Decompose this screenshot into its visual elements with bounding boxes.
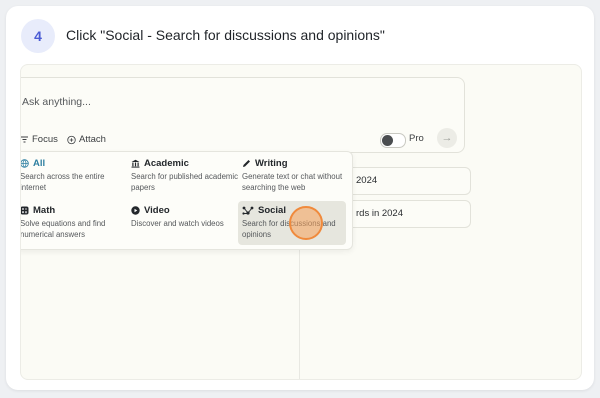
option-description: Discover and watch videos (131, 219, 224, 228)
step-title: Click "Social - Search for discussions a… (66, 27, 385, 43)
option-description: Generate text or chat without searching … (242, 172, 343, 192)
suggestion-text: 2024 (356, 175, 378, 186)
pro-label: Pro (409, 133, 424, 144)
option-description: Search across the entire internet (20, 172, 105, 192)
social-icon (242, 206, 254, 215)
option-description: Solve equations and find numerical answe… (20, 219, 106, 239)
attach-label: Attach (79, 134, 106, 145)
option-title: Academic (144, 158, 189, 169)
option-title: Video (144, 205, 170, 216)
suggestion-text: rds in 2024 (356, 208, 404, 219)
option-title: All (33, 158, 46, 169)
focus-option-video[interactable]: Video Discover and watch videos (127, 201, 235, 245)
option-title: Math (33, 205, 56, 216)
focus-icon (21, 135, 29, 144)
step-number-badge: 4 (21, 19, 55, 53)
click-indicator (289, 206, 323, 240)
focus-label: Focus (32, 134, 58, 145)
arrow-right-icon: → (441, 132, 453, 144)
option-title: Writing (255, 158, 288, 169)
attach-button[interactable]: Attach (67, 134, 106, 145)
focus-option-all[interactable]: All Search across the entire internet (21, 154, 124, 198)
focus-option-math[interactable]: Math Solve equations and find numerical … (21, 201, 124, 245)
ask-box[interactable]: Ask anything... Focus Attach Pro → (21, 77, 465, 153)
globe-icon (21, 159, 29, 168)
plus-circle-icon (67, 135, 76, 144)
academic-icon (131, 159, 140, 168)
search-input[interactable]: Ask anything... (22, 96, 91, 108)
focus-button[interactable]: Focus (21, 134, 58, 145)
option-header: Math (21, 205, 56, 216)
play-icon (131, 206, 140, 215)
focus-option-writing[interactable]: Writing Generate text or chat without se… (238, 154, 346, 198)
option-title: Social (258, 205, 286, 216)
tutorial-step-card: 4 Click "Social - Search for discussions… (6, 6, 594, 390)
option-description: Search for published academic papers (131, 172, 239, 192)
math-icon (21, 206, 29, 215)
submit-button[interactable]: → (437, 128, 457, 148)
pro-toggle[interactable] (380, 133, 406, 148)
toggle-knob (382, 135, 393, 146)
option-header: Video (131, 205, 170, 216)
option-header: Writing (242, 158, 288, 169)
app-screenshot: 2024 rds in 2024 Ask anything... Focus A… (20, 64, 582, 380)
option-header: Social (242, 205, 286, 216)
option-header: All (21, 158, 46, 169)
focus-option-academic[interactable]: Academic Search for published academic p… (127, 154, 238, 198)
pencil-icon (242, 159, 251, 168)
option-header: Academic (131, 158, 189, 169)
